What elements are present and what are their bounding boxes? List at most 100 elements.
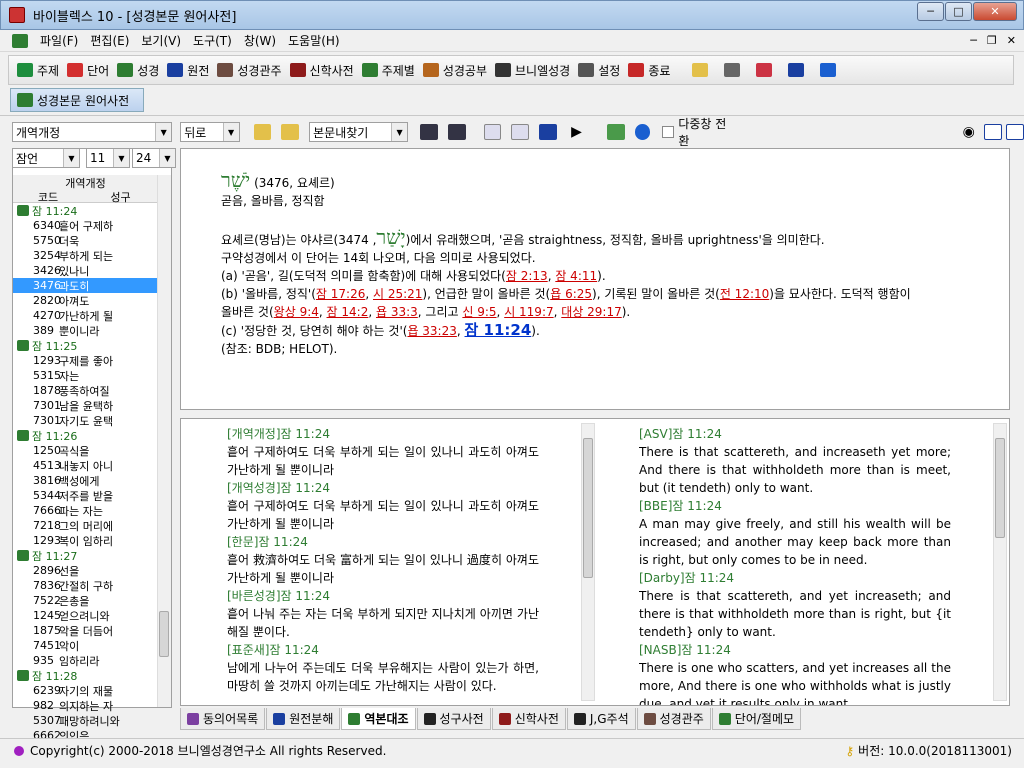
play-icon[interactable]: ▶ bbox=[571, 124, 589, 140]
right-scroll-thumb[interactable] bbox=[995, 438, 1005, 538]
verse-group-row[interactable]: 잠 11:24 bbox=[13, 203, 158, 218]
toolbar-button-4[interactable]: 성경관주 bbox=[217, 62, 282, 79]
bottom-tab-6[interactable]: 성경관주 bbox=[636, 708, 711, 730]
list-item[interactable]: 4513 내놓지 아니 bbox=[13, 458, 158, 473]
list-item[interactable]: 982 의지하는 자 bbox=[13, 698, 158, 713]
col-word-header[interactable]: 성구 bbox=[83, 189, 158, 204]
mdi-minimize-button[interactable]: ─ bbox=[970, 34, 977, 47]
eye-icon[interactable]: ◉ bbox=[963, 124, 981, 140]
toolbar-button-5[interactable]: 신학사전 bbox=[289, 62, 354, 79]
books-icon[interactable] bbox=[539, 124, 558, 140]
toolbar-button-1[interactable]: 단어 bbox=[67, 62, 109, 79]
page-icon[interactable] bbox=[483, 124, 502, 140]
list-item[interactable]: 7451 악이 bbox=[13, 638, 158, 653]
list-item[interactable]: 7522 은총을 bbox=[13, 593, 158, 608]
toolbar-button-9[interactable]: 설정 bbox=[578, 62, 620, 79]
list-item[interactable]: 3254 부하게 되는 bbox=[13, 248, 158, 263]
minimize-button[interactable]: ─ bbox=[917, 2, 944, 21]
list-item[interactable]: 4270 가난하게 될 bbox=[13, 308, 158, 323]
verse-ref-link[interactable]: 잠 2:13 bbox=[506, 269, 548, 283]
list-item[interactable]: 7301 남을 윤택하 bbox=[13, 398, 158, 413]
menu-file[interactable]: 파일(F) bbox=[40, 32, 78, 49]
chapter-select[interactable]: 11 ▼ bbox=[86, 148, 130, 168]
left-scroll-thumb[interactable] bbox=[583, 438, 593, 578]
verse-ref-link[interactable]: 욥 33:3 bbox=[376, 305, 418, 319]
document-icon[interactable] bbox=[12, 33, 28, 48]
menu-help[interactable]: 도움말(H) bbox=[288, 32, 340, 49]
info-icon[interactable] bbox=[634, 124, 651, 140]
list-item[interactable]: 1245 얻으려니와 bbox=[13, 608, 158, 623]
verse-ref-link[interactable]: 신 9:5 bbox=[462, 305, 496, 319]
menu-tools[interactable]: 도구(T) bbox=[193, 32, 232, 49]
toolbar-button-10[interactable]: 종료 bbox=[628, 62, 670, 79]
menu-window[interactable]: 창(W) bbox=[244, 32, 276, 49]
verse-ref-link[interactable]: 욥 6:25 bbox=[550, 287, 592, 301]
list-item[interactable]: 7836 간절히 구하 bbox=[13, 578, 158, 593]
page-copy-icon[interactable] bbox=[511, 124, 530, 140]
list-item[interactable]: 3816 백성에게 bbox=[13, 473, 158, 488]
list-item[interactable]: 7301 자기도 윤택 bbox=[13, 413, 158, 428]
list-item[interactable]: 935 임하리라 bbox=[13, 653, 158, 668]
list-item[interactable]: 5750 더욱 bbox=[13, 233, 158, 248]
paste-icon[interactable] bbox=[724, 63, 741, 77]
right-scrollbar[interactable] bbox=[993, 423, 1007, 701]
list-item[interactable]: 1878 풍족하여질 bbox=[13, 383, 158, 398]
book-select[interactable]: 잠언 ▼ bbox=[12, 148, 80, 168]
toolbar-button-2[interactable]: 성경 bbox=[117, 62, 159, 79]
current-verse-ref-link[interactable]: 잠 11:24 bbox=[465, 321, 532, 339]
bookmark-icon[interactable] bbox=[788, 63, 805, 77]
verse-ref-link[interactable]: 욥 33:23 bbox=[407, 324, 456, 338]
list-item[interactable]: 389 뿐이니라 bbox=[13, 323, 158, 338]
verse-group-row[interactable]: 잠 11:28 bbox=[13, 668, 158, 683]
verse-ref-link[interactable]: 잠 4:11 bbox=[555, 269, 597, 283]
toolbar-button-3[interactable]: 원전 bbox=[167, 62, 209, 79]
download-icon[interactable] bbox=[820, 63, 837, 77]
list-item[interactable]: 7666 파는 자는 bbox=[13, 503, 158, 518]
list-item[interactable]: 2820 아껴도 bbox=[13, 293, 158, 308]
list-item[interactable]: 1875 악을 더듬어 bbox=[13, 623, 158, 638]
verse-ref-link[interactable]: 왕상 9:4 bbox=[274, 305, 319, 319]
refresh-icon[interactable] bbox=[606, 124, 625, 140]
maximize-button[interactable]: □ bbox=[945, 2, 972, 21]
mdi-restore-button[interactable]: ❐ bbox=[987, 34, 997, 47]
list-item[interactable]: 7218 그의 머리에 bbox=[13, 518, 158, 533]
verse-ref-link[interactable]: 시 25:21 bbox=[373, 287, 422, 301]
toolbar-button-7[interactable]: 성경공부 bbox=[422, 62, 487, 79]
list-item[interactable]: 3476 과도히 bbox=[13, 278, 158, 293]
back-button[interactable]: 뒤로 ▼ bbox=[180, 122, 240, 142]
list-item[interactable]: 5315 자는 bbox=[13, 368, 158, 383]
verse-group-row[interactable]: 잠 11:26 bbox=[13, 428, 158, 443]
verse-ref-link[interactable]: 전 12:10 bbox=[720, 287, 769, 301]
left-scrollbar[interactable] bbox=[581, 423, 595, 701]
list-scrollbar[interactable] bbox=[157, 175, 171, 707]
next-page-icon[interactable] bbox=[281, 124, 300, 140]
verse-select[interactable]: 24 ▼ bbox=[132, 148, 176, 168]
binoculars-next-icon[interactable] bbox=[447, 124, 466, 140]
list-item[interactable]: 3426 있나니 bbox=[13, 263, 158, 278]
verse-ref-link[interactable]: 잠 14:2 bbox=[327, 305, 369, 319]
list-item[interactable]: 6340 흩어 구제하 bbox=[13, 218, 158, 233]
bottom-tab-2[interactable]: 역본대조 bbox=[341, 708, 416, 730]
list-item[interactable]: 5307 패망하려니와 bbox=[13, 713, 158, 728]
toolbar-button-8[interactable]: 브니엘성경 bbox=[495, 62, 570, 79]
list-item[interactable]: 1293 구제를 좋아 bbox=[13, 353, 158, 368]
copy-icon[interactable] bbox=[692, 63, 709, 77]
toolbar-button-6[interactable]: 주제별 bbox=[361, 62, 415, 79]
mdi-close-button[interactable]: ✕ bbox=[1007, 34, 1016, 47]
menu-view[interactable]: 보기(V) bbox=[141, 32, 181, 49]
verse-group-row[interactable]: 잠 11:25 bbox=[13, 338, 158, 353]
page-icon[interactable] bbox=[756, 63, 773, 77]
bottom-tab-3[interactable]: 성구사전 bbox=[416, 708, 491, 730]
list-item[interactable]: 1250 곡식을 bbox=[13, 443, 158, 458]
search-in-text-select[interactable]: 본문내찾기 ▼ bbox=[309, 122, 409, 142]
bottom-tab-1[interactable]: 원전분해 bbox=[266, 708, 341, 730]
bottom-tab-5[interactable]: J,G주석 bbox=[566, 708, 636, 730]
tab-bible-dictionary[interactable]: 성경본문 원어사전 bbox=[10, 88, 144, 112]
bottom-tab-4[interactable]: 신학사전 bbox=[491, 708, 566, 730]
bottom-tab-0[interactable]: 동의어목록 bbox=[180, 708, 266, 730]
list-scroll-thumb[interactable] bbox=[159, 611, 169, 657]
col-code-header[interactable]: 코드 bbox=[13, 189, 83, 204]
close-button[interactable]: ✕ bbox=[973, 2, 1017, 21]
verse-ref-link[interactable]: 시 119:7 bbox=[504, 305, 553, 319]
verse-ref-link[interactable]: 잠 17:26 bbox=[316, 287, 365, 301]
